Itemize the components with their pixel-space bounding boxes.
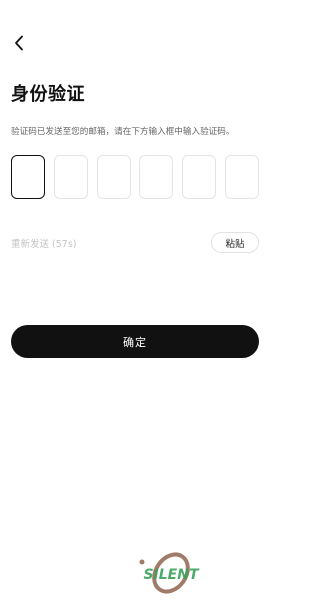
verification-code-inputs bbox=[11, 155, 259, 201]
code-input-5[interactable] bbox=[182, 155, 217, 199]
code-input-3[interactable] bbox=[96, 155, 131, 199]
silent-logo-watermark: SILENT bbox=[139, 552, 200, 594]
instruction-text: 验证码已发送至您的邮箱，请在下方输入框中输入验证码。 bbox=[11, 127, 235, 137]
code-input-4[interactable] bbox=[139, 155, 174, 199]
code-input-6[interactable] bbox=[224, 155, 259, 199]
back-button[interactable] bbox=[8, 32, 30, 54]
code-input-2[interactable] bbox=[53, 155, 88, 199]
chevron-left-icon bbox=[15, 35, 23, 51]
confirm-button[interactable]: 确定 bbox=[11, 325, 259, 358]
watermark-text: SILENT bbox=[143, 567, 199, 583]
code-input-1[interactable] bbox=[11, 155, 45, 199]
paste-button[interactable]: 粘贴 bbox=[211, 232, 259, 253]
resend-countdown[interactable]: 重新发送 (57s) bbox=[11, 236, 76, 250]
page-title: 身份验证 bbox=[11, 84, 85, 105]
